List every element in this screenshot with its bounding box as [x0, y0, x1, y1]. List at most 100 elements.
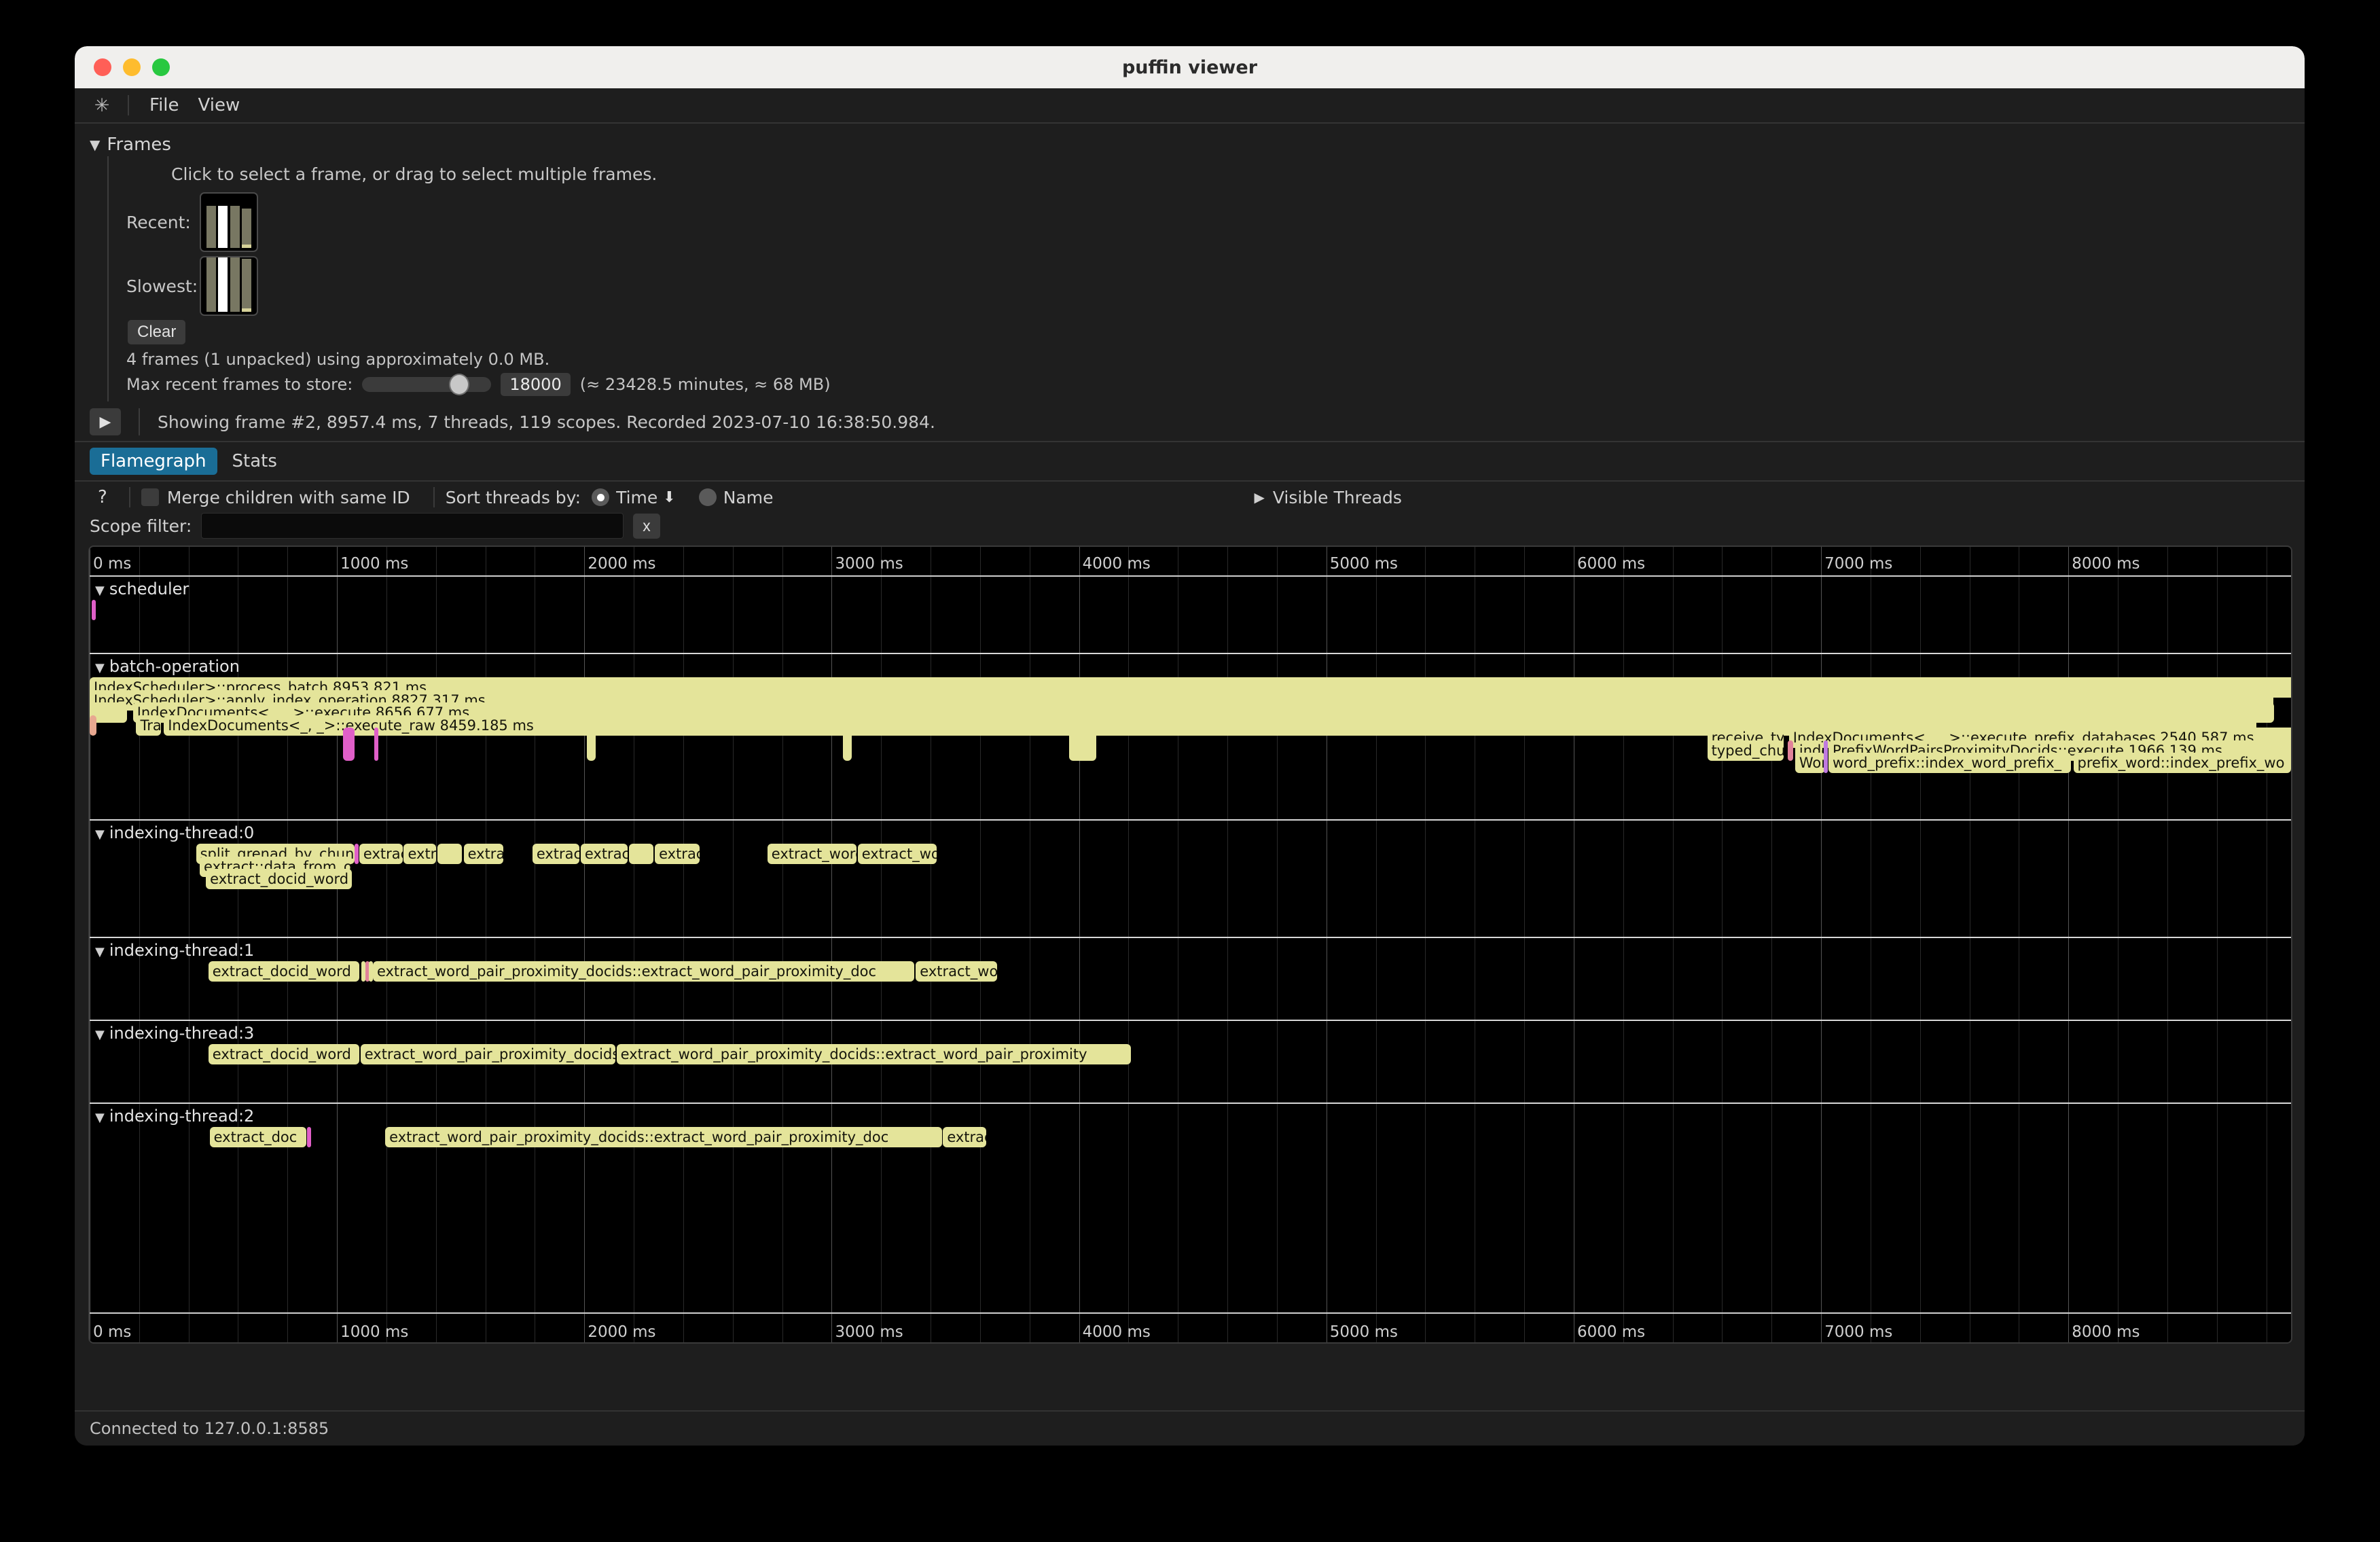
- thread-header-indexing-thread:2[interactable]: ▼indexing-thread:2: [95, 1107, 254, 1126]
- max-frames-value[interactable]: 18000: [501, 373, 570, 396]
- flame-scope[interactable]: extract: [359, 844, 403, 864]
- max-frames-slider[interactable]: [362, 377, 491, 392]
- flame-scope[interactable]: [587, 740, 596, 761]
- tick-label: 2000 ms: [584, 1323, 655, 1341]
- flame-scope[interactable]: extract_word_pair_proximity_docids: [361, 1044, 615, 1064]
- flame-scope[interactable]: Trans: [136, 715, 160, 736]
- thread-header-batch-operation[interactable]: ▼batch-operation: [95, 657, 240, 676]
- flame-scope[interactable]: [355, 844, 359, 864]
- slowest-label: Slowest:: [126, 276, 200, 296]
- maximize-button[interactable]: [152, 58, 170, 76]
- frame-bar[interactable]: [206, 206, 216, 248]
- flame-scope[interactable]: [92, 600, 96, 620]
- sort-direction-down-icon[interactable]: ⬇: [663, 489, 675, 506]
- slowest-frames-thumbnail[interactable]: [200, 256, 258, 316]
- time-ruler-bottom[interactable]: 0 ms1000 ms2000 ms3000 ms4000 ms5000 ms6…: [90, 1312, 2291, 1342]
- gridline-minor: [733, 547, 734, 1342]
- time-ruler-top[interactable]: 0 ms1000 ms2000 ms3000 ms4000 ms5000 ms6…: [90, 547, 2291, 577]
- flame-scope[interactable]: extract_word_pair_proximity_docids::extr…: [373, 961, 915, 982]
- minimize-button[interactable]: [123, 58, 141, 76]
- flame-scope[interactable]: [437, 844, 462, 864]
- recent-frames-thumbnail[interactable]: [200, 192, 258, 252]
- flame-scope[interactable]: typed_chunk::w: [1708, 740, 1784, 761]
- help-icon[interactable]: ?: [90, 487, 118, 507]
- gridline-minor: [782, 547, 783, 1342]
- flame-scope[interactable]: [90, 715, 96, 736]
- scope-filter-input[interactable]: [201, 513, 624, 539]
- frames-section-header[interactable]: ▼ Frames: [75, 133, 2305, 156]
- flame-scope[interactable]: extract: [655, 844, 700, 864]
- options-row: ? Merge children with same ID Sort threa…: [75, 480, 2305, 512]
- merge-children-checkbox[interactable]: [141, 488, 159, 506]
- window-title: puffin viewer: [75, 57, 2305, 78]
- frames-summary: 4 frames (1 unpacked) using approximatel…: [126, 350, 2305, 369]
- frames-panel: ▼ Frames Click to select a frame, or dra…: [75, 124, 2305, 441]
- flame-scope[interactable]: Word: [1795, 753, 1825, 773]
- flame-scope[interactable]: prefix_word::index_prefix_wo: [2074, 753, 2291, 773]
- thread-header-scheduler[interactable]: ▼scheduler: [95, 579, 189, 598]
- statusbar: Connected to 127.0.0.1:8585: [75, 1410, 2305, 1446]
- visible-threads-toggle[interactable]: ▶ Visible Threads: [1254, 488, 1401, 507]
- flame-scope[interactable]: extract_word_pair_proximity_docids::extr…: [617, 1044, 1131, 1064]
- gridline-minor: [1425, 547, 1426, 1342]
- sun-icon[interactable]: ✳: [87, 96, 117, 115]
- play-button[interactable]: ▶: [90, 408, 121, 435]
- sort-by-name-option[interactable]: Name: [699, 488, 774, 507]
- sort-by-time-option[interactable]: Time ⬇: [592, 488, 687, 507]
- flame-scope[interactable]: extract_docid_word: [209, 961, 359, 982]
- tab-stats[interactable]: Stats: [221, 448, 288, 475]
- frame-bar-selected[interactable]: [218, 257, 228, 312]
- flame-scope[interactable]: extra: [403, 844, 435, 864]
- flame-scope[interactable]: [369, 961, 373, 982]
- flame-scope[interactable]: extrac: [464, 844, 503, 864]
- flame-scope[interactable]: extract_doc: [210, 1127, 306, 1147]
- gridline-minor: [2217, 547, 2218, 1342]
- flamegraph-canvas[interactable]: 0 ms1000 ms2000 ms3000 ms4000 ms5000 ms6…: [88, 545, 2292, 1344]
- flame-scope[interactable]: extract_wo: [916, 961, 997, 982]
- flame-scope[interactable]: extract_docid_word: [209, 1044, 359, 1064]
- frame-bar[interactable]: [230, 257, 240, 312]
- scope-filter-clear-button[interactable]: x: [633, 514, 660, 539]
- flame-scope[interactable]: [1824, 753, 1828, 773]
- flame-scope[interactable]: [1069, 740, 1096, 761]
- chevron-down-icon: ▼: [95, 1028, 105, 1042]
- frame-bar[interactable]: [206, 257, 216, 312]
- tab-flamegraph[interactable]: Flamegraph: [90, 448, 217, 475]
- flame-scope[interactable]: [361, 961, 365, 982]
- menu-file[interactable]: File: [140, 92, 189, 118]
- flame-scope[interactable]: [1788, 740, 1793, 761]
- merge-children-option[interactable]: Merge children with same ID: [141, 488, 410, 507]
- slider-knob[interactable]: [449, 374, 469, 395]
- clear-button[interactable]: Clear: [128, 320, 185, 344]
- tick-label: 0 ms: [90, 1323, 131, 1341]
- chevron-down-icon: ▼: [95, 827, 105, 842]
- frame-bar[interactable]: [242, 209, 251, 248]
- flame-scope[interactable]: [629, 844, 653, 864]
- flame-scope[interactable]: extrac: [943, 1127, 986, 1147]
- frames-body: Click to select a frame, or drag to sele…: [107, 156, 2305, 401]
- flame-scope[interactable]: [343, 740, 354, 761]
- frame-bar-selected[interactable]: [218, 206, 228, 248]
- flame-scope[interactable]: extract_docid_word: [206, 869, 352, 889]
- flame-scope[interactable]: [374, 740, 378, 761]
- menu-view[interactable]: View: [189, 92, 250, 118]
- frame-bar[interactable]: [242, 259, 251, 312]
- close-button[interactable]: [94, 58, 111, 76]
- flame-scope[interactable]: [307, 1127, 311, 1147]
- frame-bar[interactable]: [230, 206, 240, 248]
- flame-scope[interactable]: [843, 740, 852, 761]
- flame-scope[interactable]: extract_wo: [858, 844, 937, 864]
- flame-scope[interactable]: extract_: [581, 844, 628, 864]
- thread-header-indexing-thread:3[interactable]: ▼indexing-thread:3: [95, 1024, 254, 1043]
- sort-name-radio[interactable]: [699, 488, 717, 506]
- gridline-minor: [2167, 547, 2168, 1342]
- flame-scope[interactable]: extract_word_pair_proximity_docids::extr…: [385, 1127, 941, 1147]
- flame-scope[interactable]: word_prefix::index_word_prefix_: [1828, 753, 2071, 773]
- gridline-minor: [1673, 547, 1674, 1342]
- flame-scope[interactable]: extract_: [533, 844, 579, 864]
- flame-scope[interactable]: extract_word: [768, 844, 857, 864]
- thread-header-indexing-thread:0[interactable]: ▼indexing-thread:0: [95, 823, 254, 842]
- gridline-minor: [980, 547, 981, 1342]
- thread-header-indexing-thread:1[interactable]: ▼indexing-thread:1: [95, 941, 254, 960]
- sort-time-radio[interactable]: [592, 488, 609, 506]
